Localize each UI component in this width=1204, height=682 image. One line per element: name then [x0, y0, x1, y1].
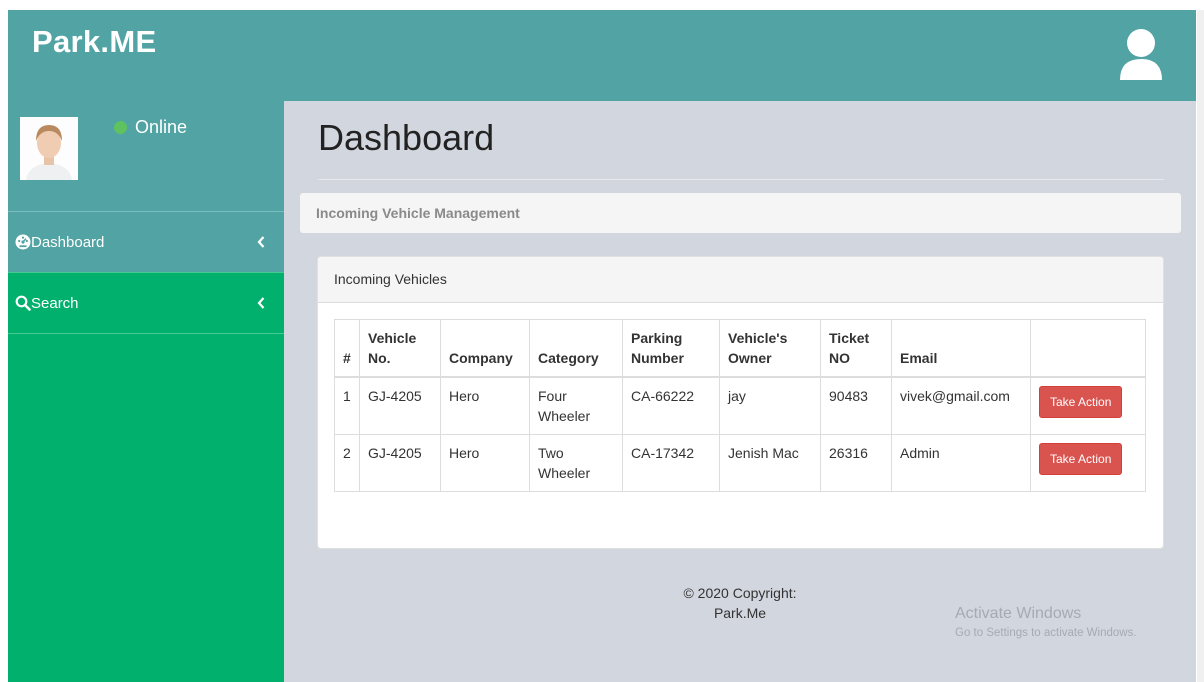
window-scrollbar[interactable] — [1197, 10, 1204, 682]
column-header: # — [334, 319, 360, 378]
search-icon — [15, 295, 31, 311]
sidebar-item-label: Search — [31, 294, 79, 312]
cell-ticket-no: 26316 — [820, 434, 892, 492]
cell-company: Hero — [440, 434, 530, 492]
title-divider — [318, 179, 1164, 180]
cell-number: 1 — [334, 376, 360, 435]
panel-title: Incoming Vehicles — [318, 257, 1163, 303]
column-header — [1030, 319, 1146, 378]
user-panel: Online — [8, 101, 284, 212]
cell-action: Take Action — [1030, 434, 1146, 492]
cell-action: Take Action — [1030, 376, 1146, 435]
watermark-subtitle: Go to Settings to activate Windows. — [955, 627, 1137, 639]
status-label: Online — [135, 117, 188, 137]
column-header: Ticket NO — [820, 319, 892, 378]
page-title: Dashboard — [318, 117, 495, 158]
sidebar-item-label: Dashboard — [31, 233, 105, 251]
take-action-button[interactable]: Take Action — [1039, 386, 1123, 418]
dashboard-icon — [15, 234, 31, 250]
cell-ticket-no: 90483 — [820, 376, 892, 435]
main-content: Dashboard Incoming Vehicle Management In… — [284, 101, 1196, 682]
status-dot-icon — [114, 121, 127, 134]
vehicles-table: # Vehicle No. Company Category Parking N… — [334, 319, 1146, 492]
user-icon[interactable] — [1118, 28, 1164, 80]
table-row: 1 GJ-4205 Hero Four Wheeler CA-66222 jay… — [334, 376, 1146, 435]
column-header: Category — [529, 319, 623, 378]
cell-vehicle-no: GJ-4205 — [359, 376, 441, 435]
chevron-left-icon — [257, 297, 265, 309]
column-header: Email — [891, 319, 1031, 378]
cell-owner: Jenish Mac — [719, 434, 821, 492]
column-header: Vehicle's Owner — [719, 319, 821, 378]
sidebar-item-search[interactable]: Search — [8, 273, 284, 334]
column-header: Parking Number — [622, 319, 720, 378]
online-status: Online — [114, 117, 187, 138]
sidebar: Online Dashboard Search — [8, 101, 284, 682]
footer-copyright: © 2020 Copyright: — [683, 585, 797, 601]
app-window: Park.ME Online Dashboard Search Dashboar… — [8, 10, 1196, 682]
cell-owner: jay — [719, 376, 821, 435]
cell-email: Admin — [891, 434, 1031, 492]
cell-company: Hero — [440, 376, 530, 435]
incoming-vehicles-panel: Incoming Vehicles # Vehicle No. Company … — [317, 256, 1164, 549]
take-action-button[interactable]: Take Action — [1039, 443, 1123, 475]
column-header: Company — [440, 319, 530, 378]
activation-watermark: Activate Windows Go to Settings to activ… — [955, 605, 1137, 639]
sidebar-item-dashboard[interactable]: Dashboard — [8, 212, 284, 273]
cell-number: 2 — [334, 434, 360, 492]
cell-vehicle-no: GJ-4205 — [359, 434, 441, 492]
watermark-title: Activate Windows — [955, 605, 1082, 622]
cell-email: vivek@gmail.com — [891, 376, 1031, 435]
table-row: 2 GJ-4205 Hero Two Wheeler CA-17342 Jeni… — [334, 434, 1146, 492]
cell-category: Four Wheeler — [529, 376, 623, 435]
avatar — [20, 117, 78, 180]
breadcrumb: Incoming Vehicle Management — [300, 193, 1181, 233]
column-header: Vehicle No. — [359, 319, 441, 378]
top-header: Park.ME — [8, 10, 1196, 101]
chevron-left-icon — [257, 236, 265, 248]
brand-logo[interactable]: Park.ME — [32, 24, 156, 60]
table-header-row: # Vehicle No. Company Category Parking N… — [334, 319, 1146, 378]
cell-parking-number: CA-17342 — [622, 434, 720, 492]
cell-parking-number: CA-66222 — [622, 376, 720, 435]
cell-category: Two Wheeler — [529, 434, 623, 492]
